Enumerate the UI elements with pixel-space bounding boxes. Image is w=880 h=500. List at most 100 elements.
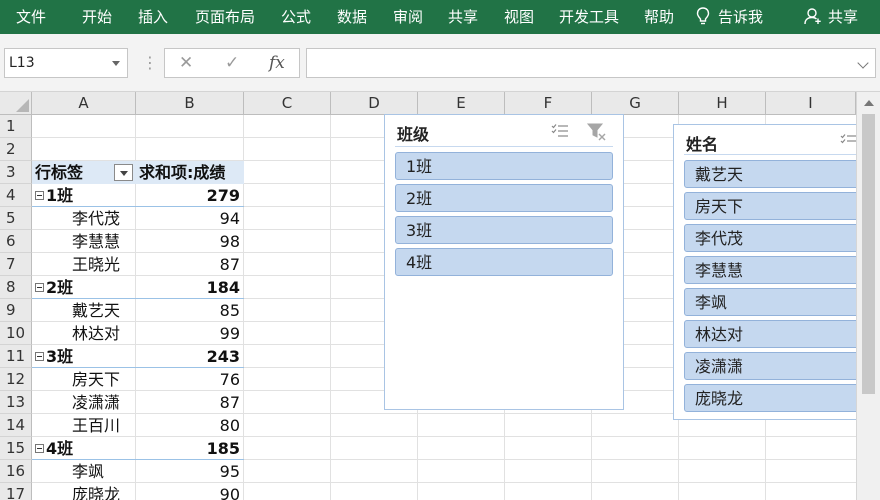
pivot-item-label[interactable]: 凌潇潇 <box>72 391 134 414</box>
pivot-item-label[interactable]: 房天下 <box>72 368 134 391</box>
row-header-7[interactable]: 7 <box>0 253 32 276</box>
insert-function-button[interactable]: fx <box>269 49 285 77</box>
pivot-item-label[interactable]: 李飒 <box>72 460 134 483</box>
collapse-icon[interactable] <box>35 352 44 361</box>
pivot-item-label[interactable]: 林达对 <box>72 322 134 345</box>
drag-handle-icon[interactable]: ⋮ <box>142 55 157 71</box>
pivot-value-header[interactable]: 求和项:成绩 <box>139 161 243 184</box>
enter-icon[interactable]: ✓ <box>225 49 239 77</box>
pivot-group-row[interactable]: 3班 <box>35 345 133 368</box>
pivot-item-label[interactable]: 王晓光 <box>72 253 134 276</box>
row-header-14[interactable]: 14 <box>0 414 32 437</box>
lightbulb-icon <box>696 7 710 26</box>
slicer-item[interactable]: 林达对 <box>684 320 874 348</box>
cancel-icon[interactable]: ✕ <box>179 49 193 77</box>
scroll-up-icon[interactable] <box>864 100 874 106</box>
tab-file[interactable]: 文件 <box>16 0 46 34</box>
worksheet-grid[interactable]: A B C D E F G H I 1 2 3 4 5 6 7 8 9 10 1… <box>0 92 880 500</box>
slicer-item[interactable]: 2班 <box>395 184 613 212</box>
column-header-e[interactable]: E <box>418 92 505 115</box>
slicer-item[interactable]: 戴艺天 <box>684 160 874 188</box>
pivot-row-labels-header[interactable]: 行标签 <box>35 161 115 184</box>
formula-input[interactable] <box>306 48 876 78</box>
row-header-13[interactable]: 13 <box>0 391 32 414</box>
pivot-item-value: 95 <box>136 460 240 483</box>
vertical-scrollbar[interactable] <box>856 92 880 500</box>
row-header-12[interactable]: 12 <box>0 368 32 391</box>
tab-page-layout[interactable]: 页面布局 <box>195 0 255 34</box>
name-box-value: L13 <box>9 55 35 71</box>
collapse-icon[interactable] <box>35 191 44 200</box>
pivot-item-label[interactable]: 李代茂 <box>72 207 134 230</box>
pivot-group-total: 243 <box>136 345 240 368</box>
row-header-10[interactable]: 10 <box>0 322 32 345</box>
row-header-16[interactable]: 16 <box>0 460 32 483</box>
column-header-f[interactable]: F <box>505 92 592 115</box>
column-header-g[interactable]: G <box>592 92 679 115</box>
pivot-group-total: 184 <box>136 276 240 299</box>
row-header-17[interactable]: 17 <box>0 483 32 500</box>
slicer-name[interactable]: 姓名 戴艺天 房天下 李代茂 李慧慧 李飒 林达对 凌潇潇 庞晓龙 <box>673 124 873 420</box>
tab-formulas[interactable]: 公式 <box>281 0 311 34</box>
column-header-c[interactable]: C <box>244 92 331 115</box>
clear-filter-icon[interactable] <box>587 123 607 141</box>
collapse-icon[interactable] <box>35 283 44 292</box>
slicer-class[interactable]: 班级 1班 2班 3班 4班 <box>384 114 624 410</box>
name-box[interactable]: L13 <box>4 48 128 78</box>
pivot-item-label[interactable]: 李慧慧 <box>72 230 134 253</box>
tab-data[interactable]: 数据 <box>337 0 367 34</box>
pivot-group-total: 279 <box>136 184 240 207</box>
row-header-9[interactable]: 9 <box>0 299 32 322</box>
slicer-item[interactable]: 庞晓龙 <box>684 384 874 412</box>
slicer-item[interactable]: 凌潇潇 <box>684 352 874 380</box>
share-button[interactable]: 共享 <box>804 0 858 34</box>
column-header-b[interactable]: B <box>136 92 244 115</box>
pivot-group-row[interactable]: 4班 <box>35 437 133 460</box>
slicer-item[interactable]: 李代茂 <box>684 224 874 252</box>
slicer-item[interactable]: 李慧慧 <box>684 256 874 284</box>
pivot-group-label: 2班 <box>46 278 73 297</box>
tab-review[interactable]: 审阅 <box>393 0 423 34</box>
row-header-15[interactable]: 15 <box>0 437 32 460</box>
multi-select-icon[interactable] <box>551 123 569 139</box>
tell-me-button[interactable]: 告诉我 <box>696 0 763 34</box>
slicer-item[interactable]: 1班 <box>395 152 613 180</box>
column-header-i[interactable]: I <box>766 92 856 115</box>
scrollbar-thumb[interactable] <box>862 114 875 394</box>
expand-formula-bar-icon[interactable] <box>857 57 868 68</box>
row-header-5[interactable]: 5 <box>0 207 32 230</box>
tab-home[interactable]: 开始 <box>82 0 112 34</box>
select-all-button[interactable] <box>0 92 32 115</box>
pivot-item-value: 76 <box>136 368 240 391</box>
row-header-11[interactable]: 11 <box>0 345 32 368</box>
slicer-item[interactable]: 3班 <box>395 216 613 244</box>
column-header-a[interactable]: A <box>32 92 136 115</box>
collapse-icon[interactable] <box>35 444 44 453</box>
pivot-filter-dropdown-icon[interactable] <box>114 164 133 181</box>
row-header-8[interactable]: 8 <box>0 276 32 299</box>
slicer-item[interactable]: 4班 <box>395 248 613 276</box>
row-header-2[interactable]: 2 <box>0 138 32 161</box>
tab-share[interactable]: 共享 <box>448 0 478 34</box>
pivot-item-label[interactable]: 庞晓龙 <box>72 483 134 500</box>
row-header-3[interactable]: 3 <box>0 161 32 184</box>
slicer-item[interactable]: 房天下 <box>684 192 874 220</box>
pivot-item-value: 87 <box>136 391 240 414</box>
pivot-item-label[interactable]: 王百川 <box>72 414 134 437</box>
slicer-item[interactable]: 李飒 <box>684 288 874 316</box>
column-header-d[interactable]: D <box>331 92 418 115</box>
pivot-group-row[interactable]: 1班 <box>35 184 133 207</box>
pivot-group-row[interactable]: 2班 <box>35 276 133 299</box>
row-header-6[interactable]: 6 <box>0 230 32 253</box>
tab-view[interactable]: 视图 <box>504 0 534 34</box>
column-header-h[interactable]: H <box>679 92 766 115</box>
person-icon <box>804 7 822 25</box>
tab-developer[interactable]: 开发工具 <box>559 0 619 34</box>
tab-help[interactable]: 帮助 <box>644 0 674 34</box>
pivot-item-label[interactable]: 戴艺天 <box>72 299 134 322</box>
chevron-down-icon[interactable] <box>112 61 120 66</box>
share-label: 共享 <box>828 8 858 26</box>
row-header-1[interactable]: 1 <box>0 115 32 138</box>
row-header-4[interactable]: 4 <box>0 184 32 207</box>
tab-insert[interactable]: 插入 <box>138 0 168 34</box>
